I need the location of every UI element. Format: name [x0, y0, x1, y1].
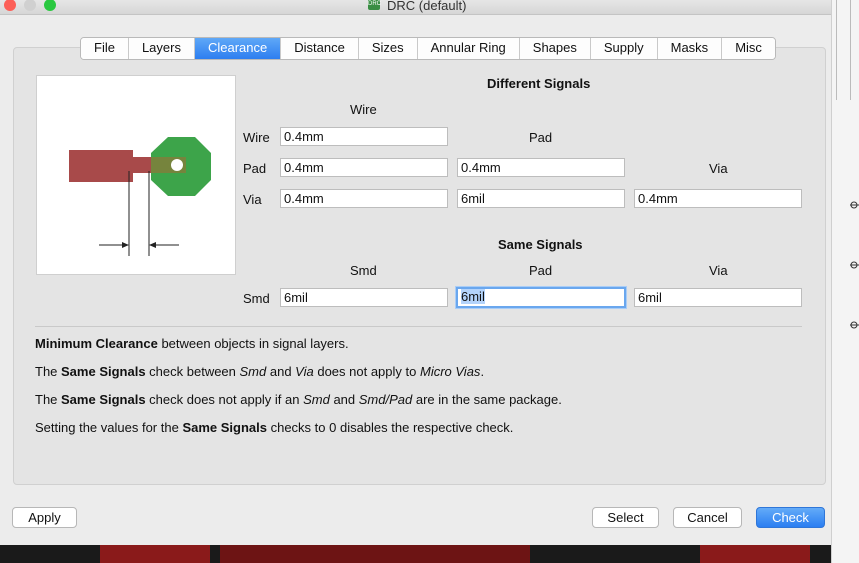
smd-smd-field[interactable]: 6mil — [280, 288, 448, 307]
pad-pad-field[interactable]: 0.4mm — [457, 158, 625, 177]
check-button[interactable]: Check — [756, 507, 825, 528]
tab-layers[interactable]: Layers — [128, 38, 195, 59]
selected-text: 6mil — [461, 289, 485, 304]
wire-wire-field[interactable]: 0.4mm — [280, 127, 448, 146]
clearance-diagram — [69, 137, 211, 256]
info-line-4: Setting the values for the Same Signals … — [35, 420, 514, 435]
pad-wire-field[interactable]: 0.4mm — [280, 158, 448, 177]
schematic-fragment — [850, 201, 859, 329]
col-label-same-via: Via — [709, 263, 728, 278]
tab-file[interactable]: File — [81, 38, 129, 59]
smd-via-field[interactable]: 6mil — [634, 288, 802, 307]
col-label-via: Via — [709, 161, 728, 176]
same-signals-heading: Same Signals — [498, 237, 583, 252]
smd-pad-field[interactable]: 6mil — [456, 287, 626, 308]
divider — [35, 326, 802, 327]
info-line-3: The Same Signals check does not apply if… — [35, 392, 562, 407]
select-button[interactable]: Select — [592, 507, 659, 528]
info-line-2: The Same Signals check between Smd and V… — [35, 364, 485, 379]
row-label-wire: Wire — [243, 130, 270, 145]
drc-app-icon: DRC — [368, 0, 381, 10]
different-signals-heading: Different Signals — [487, 76, 591, 91]
via-via-field[interactable]: 0.4mm — [634, 189, 802, 208]
cancel-button[interactable]: Cancel — [673, 507, 742, 528]
tab-masks[interactable]: Masks — [657, 38, 723, 59]
window-title: DRC (default) — [387, 0, 467, 13]
info-line-1: Minimum Clearance between objects in sig… — [35, 336, 349, 351]
col-label-smd: Smd — [350, 263, 377, 278]
row-label-pad: Pad — [243, 161, 267, 176]
tab-distance[interactable]: Distance — [281, 38, 359, 59]
row-label-smd: Smd — [243, 291, 270, 306]
via-wire-field[interactable]: 0.4mm — [280, 189, 448, 208]
apply-button[interactable]: Apply — [12, 507, 77, 528]
tab-sizes[interactable]: Sizes — [358, 38, 418, 59]
tab-annular-ring[interactable]: Annular Ring — [417, 38, 520, 59]
tab-misc[interactable]: Misc — [722, 38, 775, 59]
clearance-preview — [36, 75, 236, 275]
row-label-via: Via — [243, 192, 262, 207]
tab-clearance[interactable]: Clearance — [194, 38, 282, 59]
col-label-wire: Wire — [350, 102, 377, 117]
tab-bar: File Layers Clearance Distance Sizes Ann… — [80, 37, 776, 60]
col-label-pad: Pad — [529, 130, 553, 145]
col-label-same-pad: Pad — [529, 263, 553, 278]
background-board-view — [0, 545, 831, 563]
via-pad-field[interactable]: 6mil — [457, 189, 625, 208]
tab-supply[interactable]: Supply — [590, 38, 658, 59]
tab-shapes[interactable]: Shapes — [519, 38, 591, 59]
background-window — [831, 0, 859, 563]
